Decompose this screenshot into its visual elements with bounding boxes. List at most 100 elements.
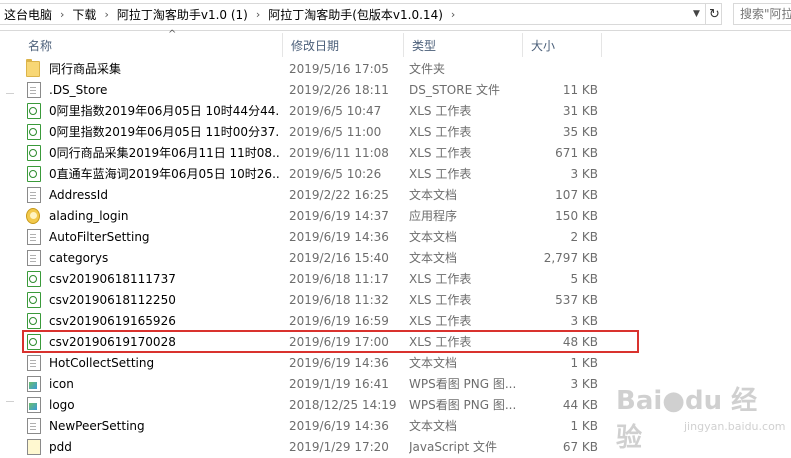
file-size: 671 KB (555, 146, 598, 160)
file-name: csv20190618112250 (49, 293, 176, 307)
file-type: 文本文档 (409, 419, 458, 433)
file-type: XLS 工作表 (409, 272, 472, 286)
breadcrumb-separator-icon: › (60, 7, 65, 21)
file-row[interactable]: AddressId 2019/2/22 16:25 文本文档 107 KB (20, 185, 791, 206)
column-header: ^ 名称 修改日期 类型 大小 (20, 29, 791, 57)
png-icon (27, 376, 41, 392)
file-row[interactable]: NewPeerSetting 2019/6/19 14:36 文本文档 1 KB (20, 416, 791, 437)
folder-icon (26, 59, 40, 77)
file-type: WPS看图 PNG 图... (409, 398, 517, 412)
breadcrumb-current-folder[interactable]: 阿拉丁淘客助手(包版本v1.0.14) (264, 6, 447, 23)
column-date[interactable]: 修改日期 (283, 31, 403, 57)
file-type: JavaScript 文件 (409, 440, 497, 454)
file-row[interactable]: logo 2018/12/25 14:19 WPS看图 PNG 图... 44 KB (20, 395, 791, 416)
file-row[interactable]: pdd 2019/1/29 17:20 JavaScript 文件 67 KB (20, 437, 791, 458)
file-date: 2019/6/19 14:37 (289, 209, 389, 223)
file-size (523, 59, 598, 80)
xls-icon (27, 166, 41, 182)
file-row[interactable]: csv20190619165926 2019/6/19 16:59 XLS 工作表 3… (20, 311, 791, 332)
file-date: 2019/2/26 18:11 (289, 83, 389, 97)
file-date: 2019/2/22 16:25 (289, 188, 389, 202)
breadcrumb-separator-icon: › (104, 7, 109, 21)
file-type: WPS看图 PNG 图... (409, 377, 517, 391)
file-name: csv20190618111737 (49, 272, 176, 286)
file-name: NewPeerSetting (49, 419, 145, 433)
file-type: 应用程序 (409, 209, 458, 223)
file-date: 2019/2/16 15:40 (289, 251, 389, 265)
file-date: 2019/6/5 11:00 (289, 125, 382, 139)
js-icon (27, 439, 41, 455)
xls-icon (27, 124, 41, 140)
file-size: 150 KB (555, 209, 598, 223)
file-row[interactable]: 0直通车蓝海词2019年06月05日 10时26... 2019/6/5 10:2… (20, 164, 791, 185)
file-row[interactable]: 0同行商品采集2019年06月11日 11时08... 2019/6/11 11:… (20, 143, 791, 164)
file-size: 67 KB (562, 440, 598, 454)
file-row[interactable]: 0阿里指数2019年06月05日 10时44分44... 2019/6/5 10:… (20, 101, 791, 122)
breadcrumb[interactable]: 这台电脑 › 下载 › 阿拉丁淘客助手v1.0 (1) › 阿拉丁淘客助手(包版… (0, 3, 722, 25)
column-size[interactable]: 大小 (523, 31, 601, 57)
file-row[interactable]: icon 2019/1/19 16:41 WPS看图 PNG 图... 3 KB (20, 374, 791, 395)
file-row[interactable]: HotCollectSetting 2019/6/19 14:36 文本文档 1 KB (20, 353, 791, 374)
file-size: 1 KB (570, 356, 598, 370)
file-date: 2019/6/11 11:08 (289, 146, 389, 160)
app-icon (26, 208, 40, 224)
file-date: 2019/6/5 10:26 (289, 167, 382, 181)
file-row[interactable]: csv20190619170028 2019/6/19 17:00 XLS 工作表 4… (20, 332, 791, 353)
breadcrumb-this-pc[interactable]: 这台电脑 (0, 6, 56, 23)
file-name: AddressId (49, 188, 108, 202)
file-size: 3 KB (570, 167, 598, 181)
xls-icon (27, 145, 41, 161)
file-size: 5 KB (570, 272, 598, 286)
file-date: 2019/6/19 16:59 (289, 314, 389, 328)
text-file-icon (27, 418, 41, 434)
file-type: 文本文档 (409, 251, 458, 265)
file-list: 同行商品采集 2019/5/16 17:05 文件夹 .DS_Store 2019/2/… (20, 59, 791, 458)
column-type[interactable]: 类型 (404, 31, 522, 57)
file-date: 2019/6/5 10:47 (289, 104, 382, 118)
file-row[interactable]: 0阿里指数2019年06月05日 11时00分37... 2019/6/5 11:… (20, 122, 791, 143)
search-input[interactable] (740, 7, 791, 21)
file-size: 3 KB (570, 314, 598, 328)
file-size: 1 KB (570, 419, 598, 433)
file-row[interactable]: csv20190618112250 2019/6/18 11:32 XLS 工作表 5… (20, 290, 791, 311)
breadcrumb-downloads[interactable]: 下载 (68, 6, 100, 23)
file-size: 31 KB (562, 104, 598, 118)
file-date: 2019/6/19 14:36 (289, 356, 389, 370)
file-date: 2018/12/25 14:19 (289, 398, 397, 412)
file-size: 3 KB (570, 377, 598, 391)
navigation-pane-edge (0, 31, 20, 450)
file-row[interactable]: categorys 2019/2/16 15:40 文本文档 2,797 KB (20, 248, 791, 269)
file-row[interactable]: .DS_Store 2019/2/26 18:11 DS_STORE 文件 11 KB (20, 80, 791, 101)
file-name: .DS_Store (49, 83, 108, 97)
file-size: 44 KB (562, 398, 598, 412)
file-size: 11 KB (562, 83, 598, 97)
file-type: XLS 工作表 (409, 104, 472, 118)
file-date: 2019/5/16 17:05 (289, 62, 389, 76)
xls-icon (27, 292, 41, 308)
file-name: pdd (49, 440, 72, 454)
search-field[interactable] (733, 3, 791, 25)
file-row[interactable]: 同行商品采集 2019/5/16 17:05 文件夹 (20, 59, 791, 80)
file-name: AutoFilterSetting (49, 230, 150, 244)
chevron-down-icon[interactable]: ▼ (688, 3, 705, 25)
column-name[interactable]: 名称 (20, 31, 282, 57)
file-row[interactable]: csv20190618111737 2019/6/18 11:17 XLS 工作表 5… (20, 269, 791, 290)
breadcrumb-separator-icon: › (255, 7, 261, 21)
refresh-icon[interactable]: ↻ (705, 3, 723, 25)
text-file-icon (27, 229, 41, 245)
file-type: 文本文档 (409, 230, 458, 244)
file-type: XLS 工作表 (409, 314, 472, 328)
file-size: 48 KB (562, 335, 598, 349)
breadcrumb-parent-folder[interactable]: 阿拉丁淘客助手v1.0 (1) (113, 6, 252, 23)
text-file-icon (27, 250, 41, 266)
file-name: 0阿里指数2019年06月05日 10时44分44... (49, 104, 279, 118)
file-name: 0直通车蓝海词2019年06月05日 10时26... (49, 167, 279, 181)
file-row[interactable]: alading_login 2019/6/19 14:37 应用程序 150 KB (20, 206, 791, 227)
file-date: 2019/6/18 11:32 (289, 293, 389, 307)
file-type: XLS 工作表 (409, 125, 472, 139)
file-row[interactable]: AutoFilterSetting 2019/6/19 14:36 文本文档 2 KB (20, 227, 791, 248)
file-name: HotCollectSetting (49, 356, 155, 370)
file-type: XLS 工作表 (409, 167, 472, 181)
column-divider[interactable] (601, 33, 602, 57)
breadcrumb-separator-icon: › (450, 7, 456, 21)
